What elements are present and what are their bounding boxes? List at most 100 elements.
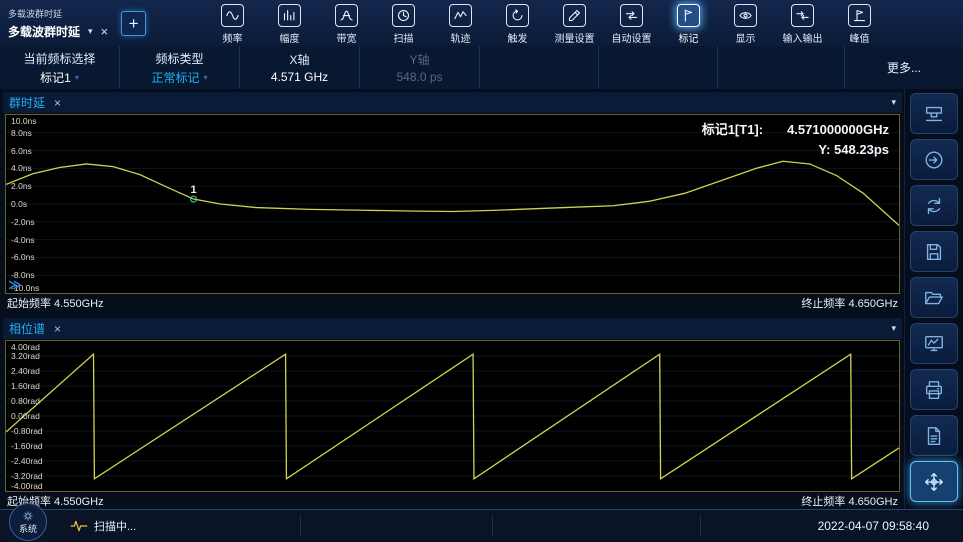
- macro-file-button[interactable]: [910, 415, 958, 456]
- start-frequency-label: 起始频率 4.550GHz: [7, 295, 104, 311]
- statusbar-separator: [300, 516, 301, 536]
- tab-titles: 多载波群时延 多载波群时延 ▾ ×: [8, 7, 108, 40]
- toolbar-button-label: 显示: [736, 30, 756, 45]
- group-delay-chart[interactable]: 1 10.0ns8.0ns6.0ns4.0ns2.0ns0.0s-2.0ns-4…: [5, 114, 900, 294]
- peak-search-button[interactable]: [910, 461, 958, 502]
- panel-header: 相位谱 × ▾: [3, 318, 902, 339]
- dropdown-caret-icon: ▾: [204, 73, 208, 82]
- panel-footer: 起始频率 4.550GHz 终止频率 4.650GHz: [3, 294, 902, 311]
- toolbar-button-label: 触发: [508, 30, 528, 45]
- tab-close-icon[interactable]: ×: [101, 25, 109, 38]
- single-run-button[interactable]: [910, 139, 958, 180]
- phase-spectrum-plot: [6, 341, 899, 491]
- display-icon: [734, 4, 757, 27]
- calibrate-button[interactable]: [910, 93, 958, 134]
- setting-label: 当前频标选择: [23, 50, 95, 67]
- screen-capture-button[interactable]: [910, 323, 958, 364]
- panel-header: 群时延 × ▾: [3, 92, 902, 113]
- tab-dropdown-icon[interactable]: ▾: [88, 26, 93, 37]
- setting-value: 正常标记▾: [151, 69, 207, 86]
- toolbar-button-trigger[interactable]: 触发: [489, 0, 546, 46]
- toolbar-button-label: 测量设置: [555, 30, 595, 45]
- toolbar-button-label: 标记: [679, 30, 699, 45]
- sweep-icon: [396, 8, 411, 23]
- status-bar: 系统 扫描中... 2022-04-07 09:58:40: [0, 509, 963, 542]
- toolbar-button-auto-setup[interactable]: 自动设置: [603, 0, 660, 46]
- app-window: 多载波群时延 多载波群时延 ▾ × + 频率幅度带宽扫描 轨迹触发 测量设置 自动设置…: [0, 0, 963, 542]
- svg-text:1: 1: [190, 184, 196, 196]
- toolbar-button-amplitude[interactable]: 幅度: [261, 0, 318, 46]
- active-tab[interactable]: 多载波群时延 ▾ ×: [8, 23, 108, 40]
- panel-close-icon[interactable]: ×: [54, 97, 61, 109]
- open-file-button[interactable]: [910, 277, 958, 318]
- toolbar-button-sweep[interactable]: 扫描: [375, 0, 432, 46]
- more-button[interactable]: 更多...: [845, 46, 963, 89]
- add-tab-button[interactable]: +: [121, 11, 146, 36]
- marker-readout-y: Y: 548.23ps: [702, 140, 889, 160]
- marker-readout: 标记1[T1]: 4.571000000GHz Y: 548.23ps: [702, 120, 889, 160]
- toolbar-button-display[interactable]: 显示: [717, 0, 774, 46]
- toolbar-button-bandwidth[interactable]: 带宽: [318, 0, 375, 46]
- panel-group-delay: 群时延 × ▾ 1 10.0ns8.0ns6.0ns4.0ns2.0ns0.0s…: [3, 92, 902, 311]
- session-title: 多载波群时延: [8, 7, 108, 20]
- system-button[interactable]: 系统: [9, 503, 47, 541]
- marker-readout-label: 标记1[T1]:: [702, 122, 763, 137]
- toolbar-button-label: 输入输出: [783, 30, 823, 45]
- setting-x-axis[interactable]: X轴 4.571 GHz: [240, 46, 360, 89]
- continuous-sweep-icon: [923, 195, 945, 217]
- tab-area: 多载波群时延 多载波群时延 ▾ × +: [0, 0, 204, 46]
- continuous-sweep-button[interactable]: [910, 185, 958, 226]
- io-icon: [795, 8, 810, 23]
- save-button[interactable]: [910, 231, 958, 272]
- toolbar-button-measure-setup[interactable]: 测量设置: [546, 0, 603, 46]
- system-label: 系统: [19, 522, 37, 535]
- setting-marker-select[interactable]: 当前频标选择标记1▾: [0, 46, 120, 89]
- setting-label: X轴: [289, 51, 309, 68]
- peak-search-icon: [923, 471, 945, 493]
- panel-phase-spectrum: 相位谱 × ▾ 4.00rad3.20rad2.40rad1.60rad0.80…: [3, 318, 902, 509]
- phase-spectrum-chart[interactable]: 4.00rad3.20rad2.40rad1.60rad0.80rad0.00r…: [5, 340, 900, 492]
- tab-title[interactable]: 多载波群时延: [8, 23, 80, 40]
- save-icon: [923, 241, 945, 263]
- toolbar-button-peak[interactable]: 峰值: [831, 0, 888, 46]
- trigger-icon: [506, 4, 529, 27]
- trace-T1: [6, 161, 899, 225]
- main-area: 群时延 × ▾ 1 10.0ns8.0ns6.0ns4.0ns2.0ns0.0s…: [0, 89, 963, 509]
- print-icon: [923, 379, 945, 401]
- setting-empty-cell: [480, 46, 599, 89]
- expand-panel-icon[interactable]: ≫: [8, 277, 22, 293]
- measure-setup-icon: [563, 4, 586, 27]
- settings-fields: 当前频标选择标记1▾频标类型正常标记▾X轴4.571 GHzY轴548.0 ps: [0, 46, 718, 89]
- panel-close-icon[interactable]: ×: [54, 323, 61, 335]
- setting-marker-type[interactable]: 频标类型正常标记▾: [120, 46, 240, 89]
- sweep-icon: [392, 4, 415, 27]
- marker-icon: [681, 8, 696, 23]
- toolbar-button-trace[interactable]: 轨迹: [432, 0, 489, 46]
- trace-icon: [453, 8, 468, 23]
- top-toolbar: 多载波群时延 多载波群时延 ▾ × + 频率幅度带宽扫描 轨迹触发 测量设置 自动设置…: [0, 0, 963, 46]
- gear-icon: [22, 510, 34, 522]
- toolbar-button-label: 自动设置: [612, 30, 652, 45]
- toolbar-button-label: 扫描: [394, 30, 414, 45]
- calibrate-icon: [923, 103, 945, 125]
- print-button[interactable]: [910, 369, 958, 410]
- setting-label: 频标类型: [155, 50, 203, 67]
- setting-value: 标记1▾: [40, 69, 79, 86]
- toolbar-button-marker[interactable]: 标记: [660, 0, 717, 46]
- trigger-icon: [510, 8, 525, 23]
- panel-collapse-icon[interactable]: ▾: [891, 97, 896, 108]
- setting-value: 548.0 ps: [396, 70, 442, 84]
- peak-icon: [852, 8, 867, 23]
- settings-spacer: [718, 46, 845, 89]
- setting-value: 4.571 GHz: [271, 70, 328, 84]
- measure-setup-icon: [567, 8, 582, 23]
- sweep-status: 扫描中...: [94, 518, 136, 534]
- marker-icon: [677, 4, 700, 27]
- toolbar-button-frequency[interactable]: 频率: [204, 0, 261, 46]
- panel-collapse-icon[interactable]: ▾: [891, 323, 896, 334]
- bandwidth-icon: [335, 4, 358, 27]
- toolbar-buttons: 频率幅度带宽扫描 轨迹触发 测量设置 自动设置 标记 显示 输入输出峰值: [204, 0, 963, 46]
- open-file-icon: [923, 287, 945, 309]
- marker-readout-value: 4.571000000GHz: [787, 122, 889, 137]
- toolbar-button-io[interactable]: 输入输出: [774, 0, 831, 46]
